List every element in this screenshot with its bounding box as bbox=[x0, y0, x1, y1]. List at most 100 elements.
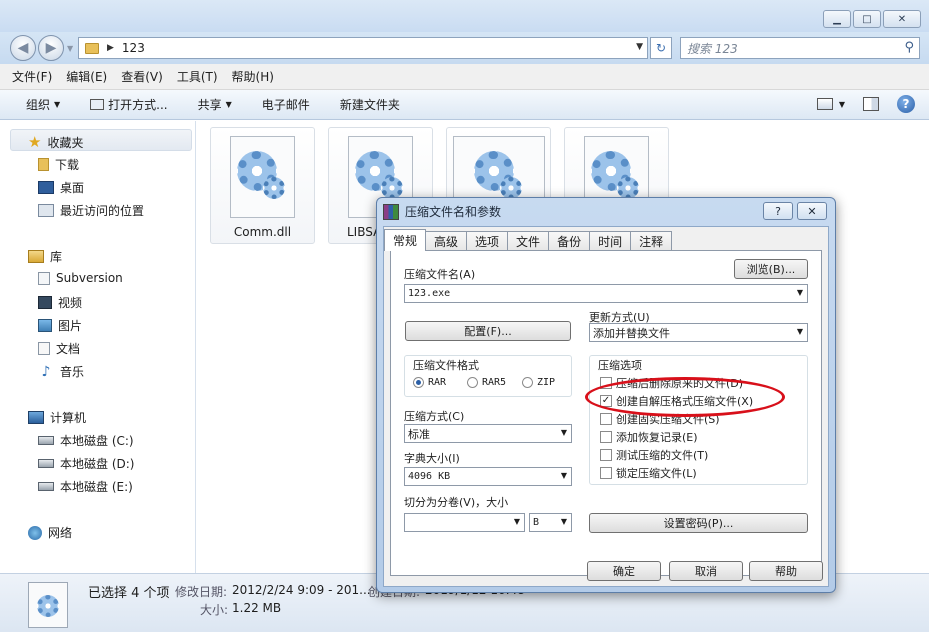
address-dropdown-icon[interactable]: ▼ bbox=[636, 42, 643, 52]
sidebar-item-downloads[interactable]: 下载 bbox=[38, 156, 79, 173]
sidebar-item-subversion[interactable]: Subversion bbox=[38, 271, 123, 285]
lock-archive-checkbox[interactable]: 锁定压缩文件(L) bbox=[600, 465, 697, 481]
sidebar-item-drive-e[interactable]: 本地磁盘 (E:) bbox=[38, 478, 133, 495]
dialog-title: 压缩文件名和参数 bbox=[405, 205, 502, 219]
document-icon bbox=[38, 342, 50, 355]
chevron-down-icon[interactable]: ▼ bbox=[561, 428, 567, 437]
sidebar-item-favorites[interactable]: ★ 收藏夹 bbox=[28, 133, 83, 151]
open-with-button[interactable]: 打开方式... bbox=[90, 96, 168, 113]
format-rar5-radio[interactable]: RAR5 bbox=[467, 377, 506, 388]
gear-icon bbox=[263, 177, 285, 199]
method-label: 压缩方式(C) bbox=[404, 410, 465, 423]
update-mode-select[interactable]: 添加并替换文件 ▼ bbox=[589, 323, 808, 342]
sidebar-item-desktop[interactable]: 桌面 bbox=[38, 179, 84, 196]
document-library-icon bbox=[38, 271, 50, 285]
library-icon bbox=[28, 250, 44, 263]
recent-pages-chevron-icon[interactable]: ▼ bbox=[67, 44, 73, 53]
menu-file[interactable]: 文件(F) bbox=[12, 68, 52, 85]
chevron-down-icon[interactable]: ▼ bbox=[561, 471, 567, 480]
help-icon[interactable]: ? bbox=[897, 95, 915, 113]
archive-name-input[interactable]: 123.exe ▼ bbox=[404, 284, 808, 303]
menu-view[interactable]: 查看(V) bbox=[121, 68, 163, 85]
email-button[interactable]: 电子邮件 bbox=[262, 96, 310, 113]
computer-icon bbox=[28, 411, 44, 424]
sidebar-item-library[interactable]: 库 bbox=[28, 248, 62, 265]
sidebar-item-music[interactable]: ♪ 音乐 bbox=[38, 363, 84, 380]
sidebar-item-label: 视频 bbox=[58, 296, 83, 310]
sidebar-item-label: 网络 bbox=[48, 526, 73, 540]
chevron-down-icon[interactable]: ▼ bbox=[797, 327, 803, 336]
menu-tools[interactable]: 工具(T) bbox=[177, 68, 218, 85]
sidebar-item-label: 计算机 bbox=[50, 411, 87, 425]
dictionary-select[interactable]: 4096 KB ▼ bbox=[404, 467, 572, 486]
format-rar-radio[interactable]: RAR bbox=[413, 377, 446, 388]
refresh-icon: ↻ bbox=[655, 41, 667, 55]
file-item[interactable]: Comm.dll bbox=[210, 127, 315, 244]
video-icon bbox=[38, 296, 52, 309]
cancel-button[interactable]: 取消 bbox=[669, 561, 743, 581]
new-folder-button[interactable]: 新建文件夹 bbox=[340, 96, 400, 113]
tab-backup[interactable]: 备份 bbox=[548, 231, 591, 251]
breadcrumb-arrow-icon[interactable]: ▶ bbox=[107, 43, 114, 53]
share-button[interactable]: 共享 ▼ bbox=[198, 96, 232, 113]
refresh-button[interactable]: ↻ bbox=[650, 37, 672, 59]
sidebar-item-network[interactable]: 网络 bbox=[28, 524, 72, 541]
sidebar-item-recent[interactable]: 最近访问的位置 bbox=[38, 202, 144, 219]
sidebar-item-label: 收藏夹 bbox=[47, 135, 84, 150]
close-button[interactable]: ✕ bbox=[883, 10, 921, 28]
view-options-icon[interactable] bbox=[816, 98, 833, 110]
chevron-down-icon[interactable]: ▼ bbox=[797, 288, 803, 297]
method-select[interactable]: 标准 ▼ bbox=[404, 424, 572, 443]
breadcrumb-path[interactable]: 123 bbox=[122, 41, 145, 55]
tab-files[interactable]: 文件 bbox=[507, 231, 550, 251]
tab-advanced[interactable]: 高级 bbox=[425, 231, 468, 251]
search-input[interactable]: 搜索 123 ⚲ bbox=[680, 37, 920, 59]
minimize-button[interactable]: ▁ bbox=[823, 10, 851, 28]
sidebar-item-drive-c[interactable]: 本地磁盘 (C:) bbox=[38, 432, 134, 449]
tab-general[interactable]: 常规 bbox=[384, 229, 427, 251]
help-button[interactable]: 帮助 bbox=[749, 561, 823, 581]
search-icon[interactable]: ⚲ bbox=[904, 40, 914, 55]
organize-button[interactable]: 组织 ▼ bbox=[26, 96, 60, 113]
maximize-button[interactable]: □ bbox=[853, 10, 881, 28]
sidebar-item-drive-d[interactable]: 本地磁盘 (D:) bbox=[38, 455, 134, 472]
chevron-down-icon[interactable]: ▼ bbox=[514, 517, 520, 526]
forward-button[interactable]: ▶ bbox=[38, 35, 64, 61]
tab-comment[interactable]: 注释 bbox=[630, 231, 673, 251]
split-size-input[interactable]: ▼ bbox=[404, 513, 525, 532]
recent-places-icon bbox=[38, 204, 54, 217]
chevron-down-icon[interactable]: ▼ bbox=[561, 517, 567, 526]
tab-time[interactable]: 时间 bbox=[589, 231, 632, 251]
profiles-button[interactable]: 配置(F)... bbox=[405, 321, 571, 341]
network-icon bbox=[28, 525, 42, 540]
test-archive-checkbox[interactable]: 测试压缩的文件(T) bbox=[600, 447, 708, 463]
tab-options[interactable]: 选项 bbox=[466, 231, 509, 251]
dialog-close-button[interactable]: ✕ bbox=[797, 202, 827, 220]
sidebar-item-label: Subversion bbox=[56, 271, 123, 285]
sidebar-item-computer[interactable]: 计算机 bbox=[28, 409, 86, 426]
sidebar-item-label: 本地磁盘 (C:) bbox=[60, 434, 134, 448]
set-password-button[interactable]: 设置密码(P)... bbox=[589, 513, 808, 533]
recovery-record-checkbox[interactable]: 添加恢复记录(E) bbox=[600, 429, 698, 445]
split-unit-select[interactable]: B ▼ bbox=[529, 513, 572, 532]
sidebar-item-pictures[interactable]: 图片 bbox=[38, 317, 82, 334]
navigation-pane: ★ 收藏夹 下载 桌面 最近访问的位置 库 Subversion 视频 图片 文… bbox=[0, 121, 196, 573]
format-zip-radio[interactable]: ZIP bbox=[522, 377, 555, 388]
sidebar-item-label: 桌面 bbox=[60, 181, 85, 195]
view-chevron-icon[interactable]: ▼ bbox=[839, 100, 845, 109]
address-input[interactable]: ▶ 123 ▼ bbox=[78, 37, 648, 59]
menu-help[interactable]: 帮助(H) bbox=[232, 68, 274, 85]
ok-button[interactable]: 确定 bbox=[587, 561, 661, 581]
preview-pane-icon[interactable] bbox=[863, 97, 879, 111]
back-button[interactable]: ◀ bbox=[10, 35, 36, 61]
format-group: 压缩文件格式 RAR RAR5 ZIP bbox=[404, 355, 572, 397]
dialog-title-bar: 压缩文件名和参数 bbox=[383, 203, 501, 220]
browse-button[interactable]: 浏览(B)... bbox=[734, 259, 808, 279]
sidebar-item-documents[interactable]: 文档 bbox=[38, 340, 80, 357]
file-name[interactable]: Comm.dll bbox=[211, 225, 314, 239]
menu-edit[interactable]: 编辑(E) bbox=[66, 68, 107, 85]
dialog-help-button[interactable]: ? bbox=[763, 202, 793, 220]
sidebar-item-videos[interactable]: 视频 bbox=[38, 294, 82, 311]
radio-label: RAR bbox=[428, 377, 447, 388]
open-with-icon bbox=[90, 99, 105, 110]
